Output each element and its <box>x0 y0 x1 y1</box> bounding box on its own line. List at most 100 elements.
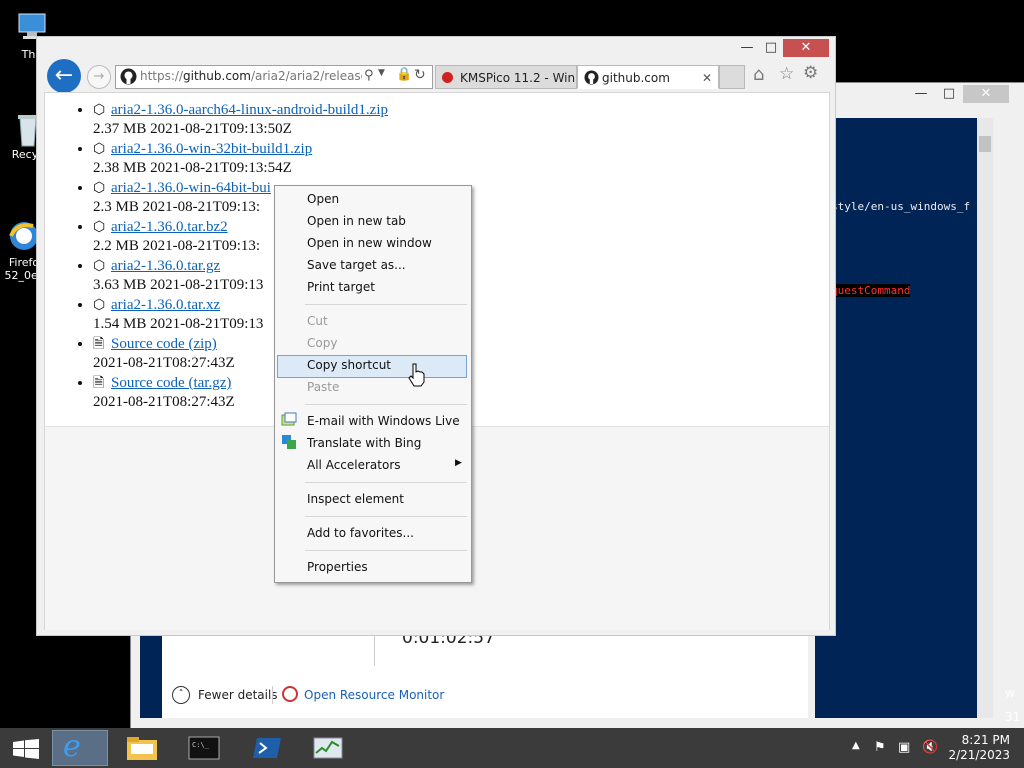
clock-date: 2/21/2023 <box>948 748 1010 762</box>
taskbar-file-explorer[interactable] <box>114 730 170 766</box>
clock-time: 8:21 PM <box>961 733 1010 747</box>
asset-link[interactable]: aria2-1.36.0-win-32bit-build1.zip <box>111 141 312 157</box>
github-icon <box>584 70 599 85</box>
arrow-right-icon: → <box>93 69 105 84</box>
asset-meta: 2.2 MB 2021-08-21T09:13: <box>93 238 261 254</box>
menu-item-translate-bing[interactable]: Translate with Bing <box>307 436 421 450</box>
show-hidden-icons[interactable]: ▲ <box>852 740 860 751</box>
new-tab-button[interactable] <box>719 65 745 89</box>
asset-link[interactable]: aria2-1.36.0-win-64bit-bui <box>111 180 271 196</box>
menu-item-save-target[interactable]: Save target as... <box>307 258 406 272</box>
taskbar-powershell[interactable] <box>238 730 294 766</box>
menu-item-copy-shortcut[interactable]: Copy shortcut <box>307 358 391 372</box>
chevron-up-icon[interactable]: ˆ <box>172 686 190 704</box>
tab-kmspico[interactable]: KMSPico 11.2 - Win... <box>435 65 577 89</box>
menu-item-add-favorites[interactable]: Add to favorites... <box>307 526 414 540</box>
menu-separator <box>305 304 467 305</box>
command-prompt-icon: C:\_ <box>188 736 220 760</box>
open-resource-monitor-link[interactable]: Open Resource Monitor <box>304 688 444 702</box>
menu-item-inspect-element[interactable]: Inspect element <box>307 492 404 506</box>
console-error-line: questCommand <box>831 284 911 297</box>
network-icon[interactable]: ▣ <box>898 740 910 755</box>
menu-item-print-target[interactable]: Print target <box>307 280 375 294</box>
taskbar: e C:\_ ▲ ⚑ ▣ 🔇 8:21 PM 2/21/2023 <box>0 728 1024 768</box>
search-icon[interactable]: ⚲ <box>364 68 374 83</box>
taskbar-task-manager[interactable] <box>300 730 356 766</box>
clock[interactable]: 8:21 PM 2/21/2023 <box>948 733 1010 763</box>
console-trail-text: 31 <box>1005 710 1021 724</box>
powershell-window[interactable]: style/en-us_windows_f questCommand <box>815 118 993 718</box>
menu-separator <box>305 482 467 483</box>
menu-separator <box>305 550 467 551</box>
close-button[interactable]: ✕ <box>963 85 1009 103</box>
back-button[interactable]: ← <box>47 59 81 93</box>
package-icon: ⬡ <box>93 298 106 313</box>
action-center-flag-icon[interactable]: ⚑ <box>874 740 886 755</box>
context-menu: Open Open in new tab Open in new window … <box>274 185 472 583</box>
list-item: ⬡ aria2-1.36.0-win-32bit-build1.zip 2.38 M… <box>93 140 388 179</box>
menu-item-all-accelerators[interactable]: All Accelerators <box>307 458 401 472</box>
menu-item-copy[interactable]: Copy <box>307 336 337 350</box>
zip-file-icon: 🗎 <box>93 376 105 391</box>
asset-meta: 2.38 MB 2021-08-21T09:13:54Z <box>93 160 292 176</box>
console-trail-text: w <box>1005 686 1015 700</box>
taskbar-internet-explorer[interactable]: e <box>52 729 108 766</box>
tab-label: KMSPico 11.2 - Win... <box>460 71 577 85</box>
task-manager-icon <box>313 737 343 759</box>
package-icon: ⬡ <box>93 181 106 196</box>
menu-item-open-new-window[interactable]: Open in new window <box>307 236 432 250</box>
asset-meta: 2021-08-21T08:27:43Z <box>93 355 235 371</box>
asset-meta: 3.63 MB 2021-08-21T09:13 <box>93 277 264 293</box>
refresh-icon[interactable]: ↻ <box>414 67 426 83</box>
dropdown-icon[interactable]: ▼ <box>378 68 385 78</box>
asset-meta: 2021-08-21T08:27:43Z <box>93 394 235 410</box>
fewer-details-button[interactable]: Fewer details <box>198 688 278 702</box>
console-line: style/en-us_windows_f <box>831 200 971 213</box>
asset-meta: 2.37 MB 2021-08-21T09:13:50Z <box>93 121 292 137</box>
email-icon <box>281 412 297 426</box>
asset-link[interactable]: aria2-1.36.0.tar.bz2 <box>111 219 228 235</box>
asset-link[interactable]: Source code (zip) <box>111 336 217 352</box>
powershell-icon <box>253 738 281 758</box>
asset-meta: 2.3 MB 2021-08-21T09:13: <box>93 199 261 215</box>
zip-file-icon: 🗎 <box>93 337 105 352</box>
favorites-star-icon[interactable]: ☆ <box>779 64 794 84</box>
menu-item-open[interactable]: Open <box>307 192 339 206</box>
address-url[interactable]: https://github.com/aria2/aria2/releases/… <box>140 69 362 83</box>
menu-separator <box>305 404 467 405</box>
lock-icon[interactable]: 🔒 <box>396 67 412 82</box>
list-item: ⬡ aria2-1.36.0-aarch64-linux-android-buil… <box>93 101 388 140</box>
menu-item-cut[interactable]: Cut <box>307 314 328 328</box>
asset-link[interactable]: Source code (tar.gz) <box>111 375 231 391</box>
forward-button[interactable]: → <box>87 65 111 89</box>
address-bar[interactable]: https://github.com/aria2/aria2/releases/… <box>115 65 433 89</box>
asset-meta: 1.54 MB 2021-08-21T09:13 <box>93 316 264 332</box>
maximize-button[interactable]: □ <box>757 39 785 57</box>
console-scrollbar[interactable] <box>977 118 993 718</box>
tab-github[interactable]: github.com ✕ <box>577 65 719 89</box>
site-icon <box>442 72 453 83</box>
package-icon: ⬡ <box>93 259 106 274</box>
asset-link[interactable]: aria2-1.36.0-aarch64-linux-android-build… <box>111 102 388 118</box>
arrow-left-icon: ← <box>54 63 74 88</box>
github-icon <box>120 68 137 85</box>
close-tab-icon[interactable]: ✕ <box>702 66 712 88</box>
hand-cursor-icon <box>408 363 425 387</box>
menu-item-open-new-tab[interactable]: Open in new tab <box>307 214 406 228</box>
home-icon[interactable]: ⌂ <box>753 64 764 85</box>
svg-text:C:\_: C:\_ <box>192 741 210 749</box>
gear-icon[interactable]: ⚙ <box>803 63 818 83</box>
maximize-button[interactable]: □ <box>935 85 963 103</box>
volume-muted-icon[interactable]: 🔇 <box>922 740 938 755</box>
close-button[interactable]: ✕ <box>783 39 829 57</box>
taskbar-command-prompt[interactable]: C:\_ <box>176 730 232 766</box>
minimize-button[interactable]: — <box>907 85 935 103</box>
asset-link[interactable]: aria2-1.36.0.tar.gz <box>111 258 220 274</box>
start-button[interactable] <box>0 730 52 766</box>
menu-item-paste[interactable]: Paste <box>307 380 339 394</box>
tab-label: github.com <box>602 71 670 85</box>
menu-item-properties[interactable]: Properties <box>307 560 368 574</box>
asset-link[interactable]: aria2-1.36.0.tar.xz <box>111 297 220 313</box>
resource-monitor-icon <box>282 686 298 702</box>
menu-item-email-windows-live[interactable]: E-mail with Windows Live <box>307 414 460 428</box>
